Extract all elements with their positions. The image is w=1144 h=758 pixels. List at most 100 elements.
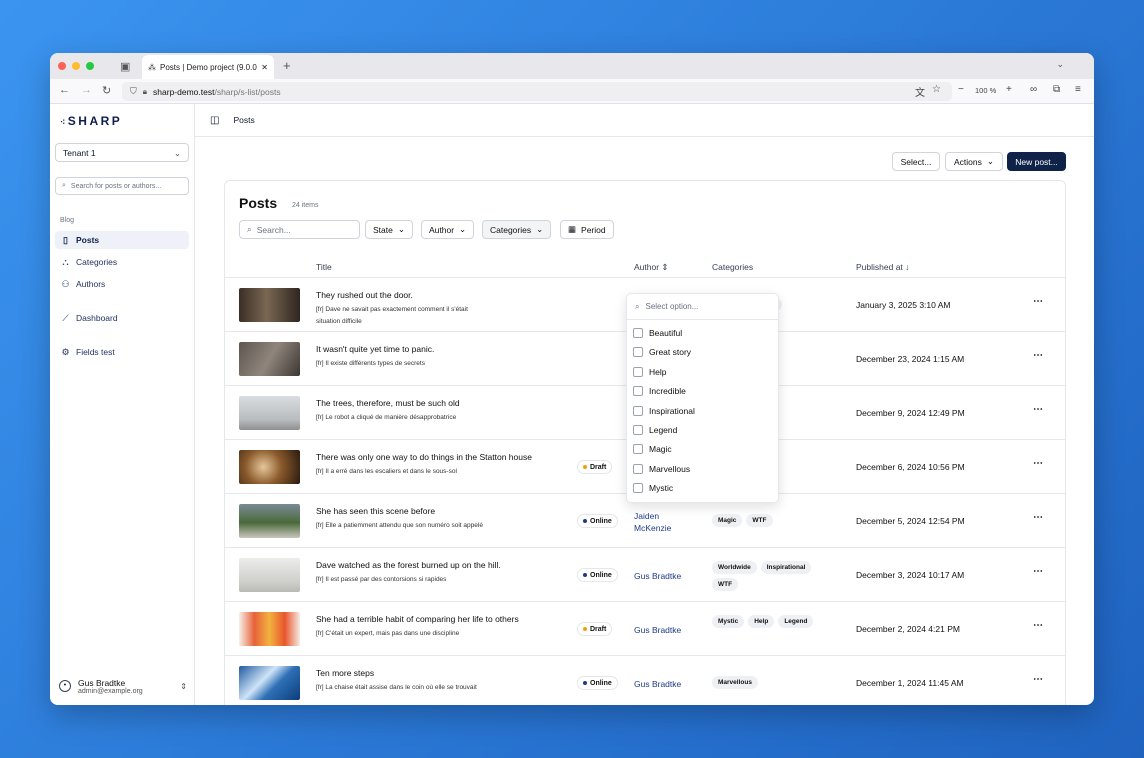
category-option[interactable]: Help	[633, 366, 666, 377]
checkbox[interactable]	[633, 386, 643, 397]
app: ⁖SHARP Tenant 1 ⌄ ⌕ Search for posts or …	[50, 104, 1094, 705]
category-option[interactable]: Great story	[633, 347, 691, 358]
search-icon: ⌕	[247, 224, 252, 234]
post-title: It wasn't quite yet time to panic.	[316, 344, 435, 354]
user-name: Gus Bradtke	[78, 677, 126, 688]
table-row[interactable]: Dave watched as the forest burned up on …	[225, 548, 1065, 602]
chevron-updown-icon: ⇕	[180, 681, 187, 691]
table-row[interactable]: She had a terrible habit of comparing he…	[225, 602, 1065, 656]
checkbox[interactable]	[633, 366, 643, 377]
filter-label: Author	[429, 224, 455, 235]
status-label: Online	[590, 517, 612, 525]
back-icon[interactable]: ←	[59, 84, 70, 96]
global-search-input[interactable]: ⌕ Search for posts or authors...	[55, 177, 189, 195]
row-actions-icon[interactable]: ⋯	[1033, 404, 1043, 415]
close-window-button[interactable]	[58, 62, 66, 70]
row-actions-icon[interactable]: ⋯	[1033, 512, 1043, 523]
actions-button[interactable]: Actions ⌄	[945, 152, 1003, 171]
row-actions-icon[interactable]: ⋯	[1033, 674, 1043, 685]
zoom-in-icon[interactable]: +	[1006, 84, 1012, 95]
browser-tab[interactable]: ⁂ Posts | Demo project (9.0.0-alp ✕	[142, 55, 274, 79]
column-published-label: Published at	[856, 262, 903, 272]
close-tab-icon[interactable]: ✕	[261, 63, 268, 72]
sidebar-item-posts[interactable]: ▯ Posts	[55, 231, 189, 249]
author-name-line: Gus Bradtke	[634, 679, 682, 689]
user-menu[interactable]: • Gus Bradtke admin@example.org ⇕	[59, 675, 187, 697]
zoom-level[interactable]: 100 %	[975, 86, 996, 95]
checkbox[interactable]	[633, 347, 643, 358]
row-actions-icon[interactable]: ⋯	[1033, 350, 1043, 361]
option-label: Magic	[649, 444, 672, 455]
author-link[interactable]: Gus Bradtke	[634, 570, 681, 582]
checkbox[interactable]	[633, 463, 643, 474]
row-actions-icon[interactable]: ⋯	[1033, 566, 1043, 577]
mask-icon[interactable]: ∞	[1030, 84, 1037, 95]
sharp-logo[interactable]: ⁖SHARP	[60, 114, 122, 128]
reload-icon[interactable]: ↻	[102, 84, 111, 97]
filter-label: Categories	[490, 224, 532, 235]
sidebar-item-dashboard[interactable]: ⟋ Dashboard	[55, 309, 189, 327]
checkbox[interactable]	[633, 405, 643, 416]
category-option[interactable]: Inspirational	[633, 405, 695, 416]
option-search-placeholder: Select option...	[645, 302, 699, 311]
sidebar-item-fields-test[interactable]: ⚙ Fields test	[55, 343, 189, 361]
select-button[interactable]: Select...	[892, 152, 940, 171]
translate-icon[interactable]: 文	[915, 84, 925, 99]
column-title[interactable]: Title	[316, 262, 332, 272]
minimize-window-button[interactable]	[72, 62, 80, 70]
checkbox[interactable]	[633, 425, 643, 435]
author-link[interactable]: Gus Bradtke	[634, 624, 681, 636]
status-label: Draft	[590, 625, 607, 633]
category-chips: Marvellous	[712, 676, 827, 689]
forward-icon[interactable]: →	[81, 84, 92, 96]
breadcrumb[interactable]: Posts	[233, 115, 254, 125]
category-option[interactable]: Incredible	[633, 386, 686, 397]
tab-list-chevron-icon[interactable]: ⌄	[1056, 59, 1064, 70]
checkbox[interactable]	[633, 328, 643, 338]
maximize-window-button[interactable]	[86, 62, 94, 70]
sitemap-icon: ⛬	[62, 256, 69, 267]
column-published[interactable]: Published at ↓	[856, 262, 909, 272]
author-filter[interactable]: Author ⌄	[421, 220, 475, 239]
option-search-input[interactable]: ⌕ Select option...	[627, 294, 778, 320]
checkbox[interactable]	[633, 444, 643, 455]
category-option[interactable]: Mystic	[633, 483, 673, 494]
category-option[interactable]: Beautiful	[633, 328, 682, 338]
sidebar: ⁖SHARP Tenant 1 ⌄ ⌕ Search for posts or …	[50, 104, 195, 705]
row-actions-icon[interactable]: ⋯	[1033, 620, 1043, 631]
row-actions-icon[interactable]: ⋯	[1033, 296, 1043, 307]
author-link[interactable]: Gus Bradtke	[634, 678, 681, 690]
category-option[interactable]: Marvellous	[633, 463, 690, 474]
period-filter[interactable]: ▦ Period	[560, 220, 614, 239]
tab-groups-icon[interactable]: ▣	[120, 60, 130, 73]
extensions-icon[interactable]: ⧉	[1053, 84, 1060, 95]
menu-icon[interactable]: ≡	[1075, 84, 1081, 95]
zoom-out-icon[interactable]: −	[958, 84, 964, 95]
url-domain: sharp-demo.test	[153, 86, 215, 97]
tenant-select[interactable]: Tenant 1 ⌄	[55, 143, 189, 162]
column-author[interactable]: Author ⇕	[634, 262, 669, 273]
sidebar-item-categories[interactable]: ⛬ Categories	[55, 253, 189, 271]
bookmark-star-icon[interactable]: ☆	[932, 84, 941, 95]
list-search-input[interactable]: ⌕ Search...	[239, 220, 360, 239]
new-post-button[interactable]: New post...	[1007, 152, 1066, 171]
category-option[interactable]: Magic	[633, 444, 672, 455]
sidebar-toggle-icon[interactable]: ◫	[210, 115, 219, 126]
option-label: Beautiful	[649, 328, 683, 338]
sidebar-item-authors[interactable]: ⚇ Authors	[55, 275, 189, 293]
table-row[interactable]: Ten more steps [fr] La chaise était assis…	[225, 656, 1065, 705]
published-date: December 3, 2024 10:17 AM	[856, 570, 965, 580]
checkbox[interactable]	[633, 483, 643, 494]
address-field[interactable]: ⛉ 🔒︎ sharp-demo.test /sharp/s-list/posts	[122, 82, 952, 101]
author-link[interactable]: Jaiden McKenzie	[634, 510, 671, 534]
status-dot-icon	[583, 519, 587, 523]
state-filter[interactable]: State ⌄	[365, 220, 413, 239]
post-title: There was only one way to do things in t…	[316, 452, 532, 462]
new-tab-button[interactable]: +	[283, 58, 291, 73]
category-chip: Worldwide	[712, 561, 757, 574]
user-email: admin@example.org	[78, 687, 143, 695]
categories-filter[interactable]: Categories ⌄	[482, 220, 552, 239]
post-title: They rushed out the door.	[316, 290, 413, 300]
row-actions-icon[interactable]: ⋯	[1033, 458, 1043, 469]
category-option[interactable]: Legend	[633, 425, 677, 435]
